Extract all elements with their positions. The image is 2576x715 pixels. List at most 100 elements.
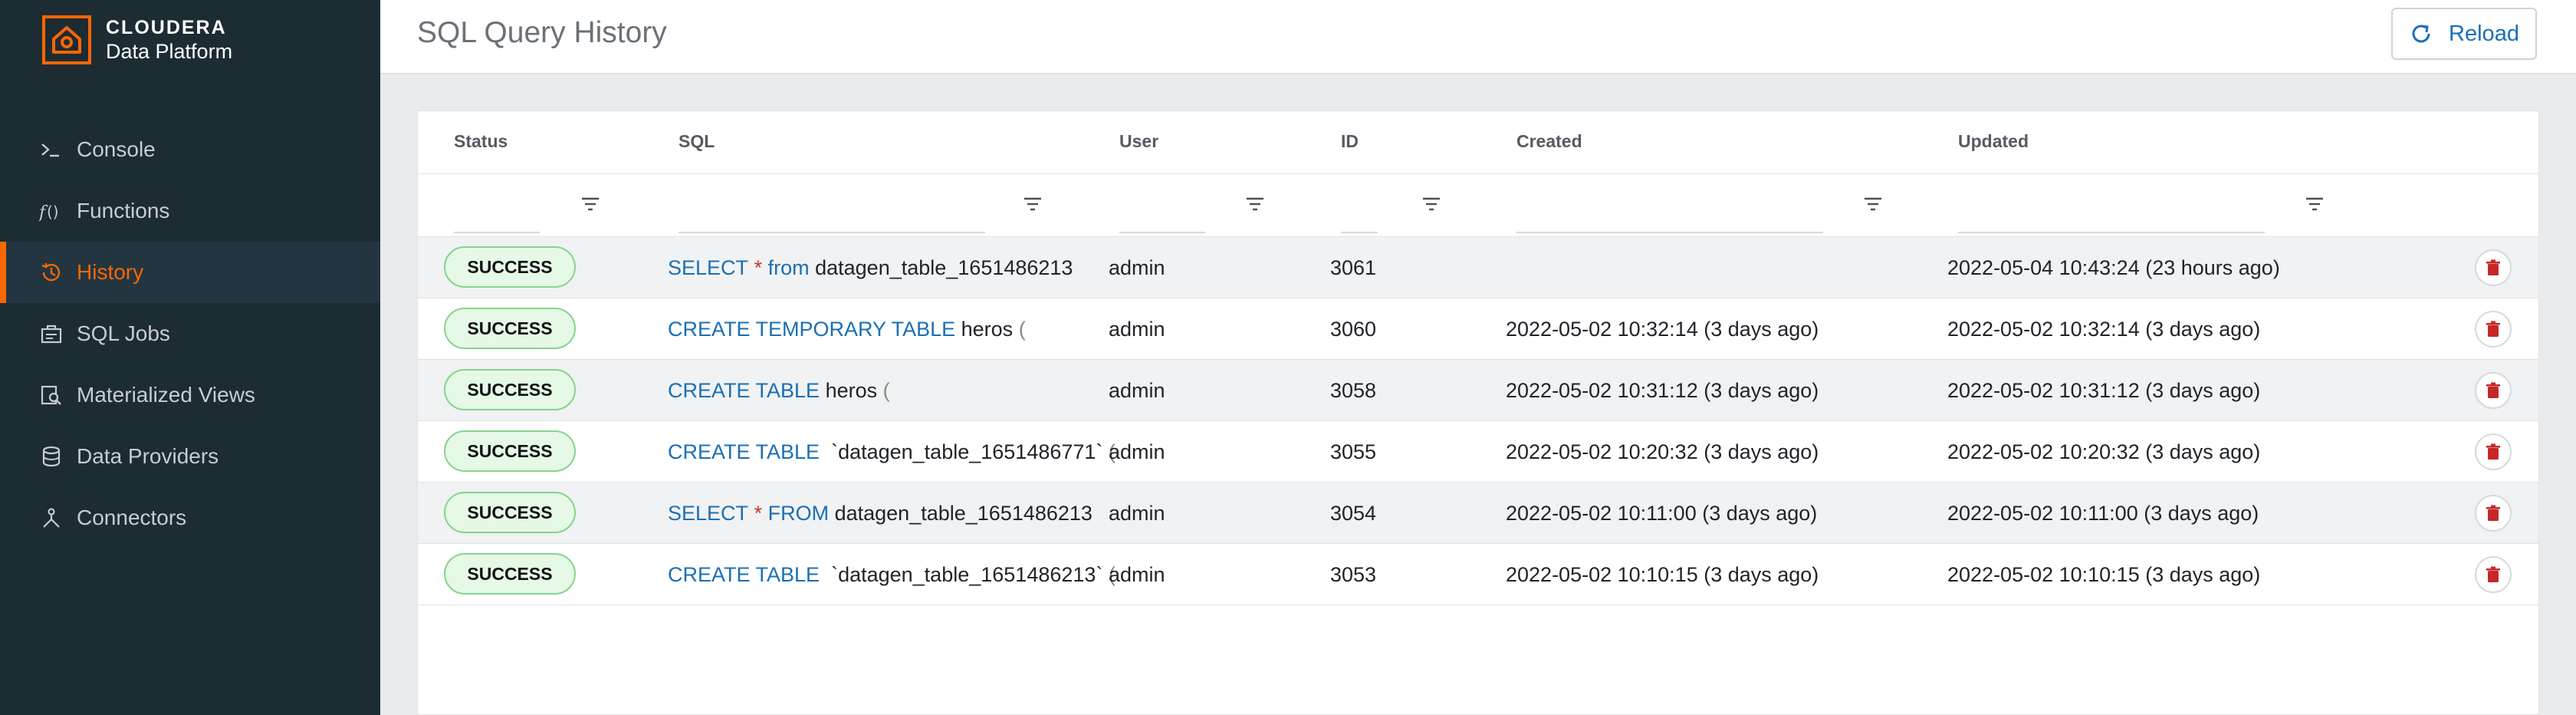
filter-icon[interactable]	[1418, 191, 1444, 217]
table-row[interactable]: SUCCESS SELECT * FROM datagen_table_16514…	[418, 483, 2538, 544]
connectors-icon	[38, 505, 64, 531]
sql-keyword: CREATE TABLE	[668, 440, 820, 463]
delete-button[interactable]	[2475, 249, 2512, 286]
sql-filter-field[interactable]	[678, 232, 985, 233]
table-row[interactable]: SUCCESS CREATE TABLE heros (admin 3058 2022…	[418, 360, 2538, 421]
sidebar-item-functions[interactable]: f() Functions	[0, 180, 380, 242]
column-header-user[interactable]: User	[1119, 131, 1158, 152]
sidebar: CLOUDERA Data Platform Console f() Funct…	[0, 0, 380, 715]
sql-cell[interactable]: CREATE TABLE `datagen_table_1651486213` …	[668, 544, 1116, 605]
jobs-icon	[38, 321, 64, 347]
updated-cell: 2022-05-02 10:32:14 (3 days ago)	[1947, 317, 2261, 341]
sidebar-item-label: History	[77, 260, 144, 284]
sql-identifier: heros	[825, 378, 878, 402]
sql-identifier: datagen_table_1651486213	[815, 255, 1073, 279]
reload-button[interactable]: Reload	[2391, 8, 2537, 60]
sidebar-item-sql-jobs[interactable]: SQL Jobs	[0, 303, 380, 364]
sql-cell[interactable]: SELECT * from datagen_table_1651486213	[668, 237, 1073, 298]
sql-identifier: heros	[961, 317, 1014, 341]
created-cell: 2022-05-02 10:32:14 (3 days ago)	[1506, 317, 1819, 341]
sql-keyword: SELECT	[668, 255, 749, 279]
sidebar-item-connectors[interactable]: Connectors	[0, 487, 380, 549]
status-badge: SUCCESS	[444, 492, 576, 533]
created-cell: 2022-05-02 10:31:12 (3 days ago)	[1506, 378, 1819, 402]
updated-cell: 2022-05-02 10:31:12 (3 days ago)	[1947, 378, 2261, 402]
sql-cell[interactable]: SELECT * FROM datagen_table_1651486213	[668, 483, 1092, 544]
sidebar-item-console[interactable]: Console	[0, 119, 380, 180]
filter-icon[interactable]	[1020, 191, 1046, 217]
id-filter-field[interactable]	[1341, 232, 1378, 233]
sql-cell[interactable]: CREATE TABLE `datagen_table_1651486771` …	[668, 421, 1116, 483]
column-header-updated[interactable]: Updated	[1958, 131, 2029, 152]
sidebar-item-label: Console	[77, 137, 156, 161]
sql-identifier: datagen_table_1651486213	[834, 501, 1092, 525]
status-badge: SUCCESS	[444, 553, 576, 595]
created-cell: 2022-05-02 10:10:15 (3 days ago)	[1506, 562, 1819, 586]
sidebar-item-label: Materialized Views	[77, 383, 255, 407]
delete-button[interactable]	[2475, 372, 2512, 409]
column-header-id[interactable]: ID	[1341, 131, 1359, 152]
table-filter-row	[418, 174, 2538, 237]
sidebar-item-materialized-views[interactable]: Materialized Views	[0, 364, 380, 426]
status-badge: SUCCESS	[444, 308, 576, 349]
brand-logo-block[interactable]: CLOUDERA Data Platform	[41, 13, 232, 67]
delete-button[interactable]	[2475, 556, 2512, 593]
table-row[interactable]: SUCCESS CREATE TABLE `datagen_table_16514…	[418, 421, 2538, 483]
filter-icon[interactable]	[1860, 191, 1886, 217]
sidebar-item-history[interactable]: History	[0, 242, 380, 303]
column-header-sql[interactable]: SQL	[678, 131, 715, 152]
user-cell: admin	[1109, 317, 1165, 341]
id-cell: 3055	[1330, 440, 1377, 463]
filter-icon[interactable]	[1242, 191, 1268, 217]
table-row[interactable]: SUCCESS CREATE TABLE `datagen_table_16514…	[418, 544, 2538, 605]
delete-button[interactable]	[2475, 433, 2512, 470]
brand-name: CLOUDERA	[106, 17, 227, 38]
filter-icon[interactable]	[2302, 191, 2328, 217]
table-row[interactable]: SUCCESS CREATE TEMPORARY TABLE heros ( adm…	[418, 298, 2538, 360]
trash-icon	[2486, 321, 2500, 337]
column-header-status[interactable]: Status	[454, 131, 508, 152]
sql-keyword: FROM	[767, 501, 830, 525]
trash-icon	[2486, 259, 2500, 275]
created-cell: 2022-05-02 10:20:32 (3 days ago)	[1506, 440, 1819, 463]
query-history-table: Status SQL User ID Created Updated SUCCE…	[417, 110, 2539, 715]
updated-cell: 2022-05-04 10:43:24 (23 hours ago)	[1947, 255, 2280, 279]
user-cell: admin	[1109, 562, 1165, 586]
column-header-created[interactable]: Created	[1516, 131, 1582, 152]
updated-filter-field[interactable]	[1958, 232, 2265, 233]
created-filter-field[interactable]	[1516, 232, 1823, 233]
sql-identifier: `datagen_table_1651486771`	[825, 440, 1103, 463]
user-cell: admin	[1109, 378, 1165, 402]
id-cell: 3061	[1330, 255, 1377, 279]
delete-button[interactable]	[2475, 311, 2512, 348]
status-filter-field[interactable]	[454, 232, 540, 233]
sidebar-item-label: Data Providers	[77, 444, 219, 468]
data-providers-icon	[38, 443, 64, 470]
sql-punctuation: (	[882, 378, 890, 402]
svg-text:(): ()	[47, 203, 59, 221]
table-row[interactable]: SUCCESS SELECT * from datagen_table_16514…	[418, 237, 2538, 298]
sidebar-nav: Console f() Functions History SQL Jobs M…	[0, 119, 380, 549]
trash-icon	[2486, 382, 2500, 398]
sql-keyword: CREATE TEMPORARY TABLE	[668, 317, 956, 341]
filter-icon[interactable]	[577, 191, 603, 217]
sidebar-item-data-providers[interactable]: Data Providers	[0, 426, 380, 487]
sql-cell[interactable]: CREATE TEMPORARY TABLE heros (	[668, 298, 1026, 360]
delete-button[interactable]	[2475, 495, 2512, 532]
console-icon	[38, 137, 64, 163]
user-filter-field[interactable]	[1119, 232, 1205, 233]
sidebar-item-label: Connectors	[77, 506, 187, 529]
user-cell: admin	[1109, 501, 1165, 525]
id-cell: 3054	[1330, 501, 1377, 525]
table-header-row: Status SQL User ID Created Updated	[418, 111, 2538, 174]
trash-icon	[2486, 566, 2500, 582]
created-cell: 2022-05-02 10:11:00 (3 days ago)	[1506, 501, 1818, 525]
id-cell: 3060	[1330, 317, 1377, 341]
updated-cell: 2022-05-02 10:11:00 (3 days ago)	[1947, 501, 2259, 525]
status-badge: SUCCESS	[444, 430, 576, 472]
sql-cell[interactable]: CREATE TABLE heros (	[668, 360, 890, 421]
history-clock-icon	[38, 259, 64, 285]
status-badge: SUCCESS	[444, 369, 576, 410]
page-header: SQL Query History Reload	[380, 0, 2576, 74]
sql-keyword: from	[767, 255, 810, 279]
